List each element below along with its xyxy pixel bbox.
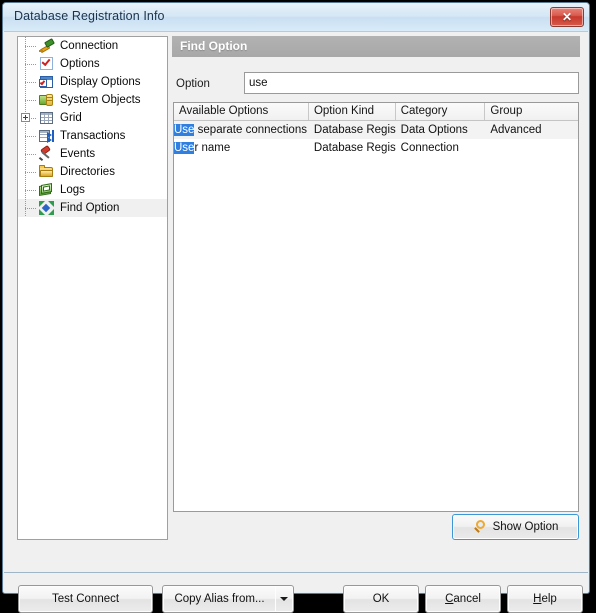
- copy-alias-dropdown-button[interactable]: [275, 585, 294, 613]
- sidebar-item-logs[interactable]: Logs: [18, 181, 167, 199]
- tree-connector: [20, 163, 38, 181]
- cell-category: Data Options: [400, 124, 468, 136]
- sidebar-item-transactions[interactable]: Transactions: [18, 127, 167, 145]
- sidebar-item-display-options[interactable]: Display Options: [18, 73, 167, 91]
- sidebar-item-options[interactable]: Options: [18, 55, 167, 73]
- cell-option-kind: Database Registr: [313, 124, 396, 136]
- find-option-icon: [38, 200, 55, 216]
- sidebar-item-label: Logs: [60, 184, 85, 196]
- option-search-input[interactable]: [244, 72, 579, 94]
- cell-group: Advanced: [490, 124, 542, 136]
- sidebar-item-label: Transactions: [60, 130, 126, 142]
- sidebar-item-directories[interactable]: Directories: [18, 163, 167, 181]
- cancel-mnemonic: C: [445, 593, 454, 605]
- sidebar-item-connection[interactable]: Connection: [18, 37, 167, 55]
- tree-connector: [20, 91, 38, 109]
- ok-label: OK: [372, 593, 390, 605]
- sidebar-item-grid[interactable]: Grid: [18, 109, 167, 127]
- chevron-down-icon: [280, 597, 288, 601]
- magnifier-icon: [473, 519, 488, 535]
- dialog-client-area: Connection Options Display Options Syste…: [4, 31, 588, 613]
- sidebar-item-system-objects[interactable]: System Objects: [18, 91, 167, 109]
- expand-icon[interactable]: [21, 113, 30, 122]
- copy-alias-from-button[interactable]: Copy Alias from...: [162, 585, 277, 613]
- tree-connector: [20, 73, 38, 91]
- cancel-button[interactable]: Cancel: [425, 585, 501, 613]
- sidebar-item-label: Events: [60, 148, 96, 160]
- column-header-available-options[interactable]: Available Options: [174, 103, 309, 120]
- cancel-label: ancel: [453, 593, 481, 605]
- checkbox-icon: [38, 56, 55, 72]
- column-header-category[interactable]: Category: [396, 103, 486, 120]
- cell-group: [485, 139, 578, 157]
- system-objects-icon: [38, 92, 55, 108]
- tree-connector: [20, 37, 38, 55]
- folder-icon: [38, 164, 55, 180]
- cell-text-rest: r name: [194, 142, 231, 154]
- tree-connector: [20, 145, 38, 163]
- show-option-button[interactable]: Show Option: [452, 514, 579, 540]
- sidebar-item-label: Find Option: [60, 202, 120, 214]
- help-button[interactable]: Help: [507, 585, 583, 613]
- window-check-icon: [38, 74, 55, 90]
- cell-available-option: User name: [174, 139, 309, 157]
- window-title: Database Registration Info: [14, 9, 165, 23]
- settings-tree[interactable]: Connection Options Display Options Syste…: [17, 36, 168, 540]
- logs-icon: [38, 182, 55, 198]
- close-icon: ✕: [561, 10, 573, 24]
- sidebar-item-find-option[interactable]: Find Option: [18, 199, 167, 217]
- sidebar-item-label: System Objects: [60, 94, 141, 106]
- cell-text-rest: separate connections f: [194, 124, 309, 136]
- test-connect-button[interactable]: Test Connect: [18, 585, 153, 613]
- cell-option-kind: Database Registr: [313, 142, 396, 154]
- cell-category: Connection: [400, 142, 459, 154]
- available-options-grid[interactable]: Available Options Option Kind Category G…: [173, 102, 579, 512]
- title-bar: Database Registration Info ✕: [3, 3, 589, 31]
- pushpin-icon: [38, 144, 55, 162]
- transactions-icon: [38, 128, 55, 144]
- tree-connector: [20, 109, 38, 127]
- sidebar-item-label: Display Options: [60, 76, 141, 88]
- section-title: Find Option: [180, 39, 248, 53]
- sidebar-item-events[interactable]: Events: [18, 144, 167, 163]
- find-option-pane: Find Option Option Available Options Opt…: [172, 36, 580, 540]
- sidebar-item-label: Directories: [60, 166, 115, 178]
- match-highlight: Use: [174, 142, 195, 154]
- option-field-label: Option: [176, 78, 210, 90]
- tree-connector: [20, 55, 38, 73]
- help-mnemonic: H: [533, 593, 542, 605]
- table-row[interactable]: User name Database Registr Connection: [174, 139, 578, 157]
- sidebar-item-label: Options: [60, 58, 100, 70]
- column-header-group[interactable]: Group: [485, 103, 578, 120]
- test-connect-label: Test Connect: [51, 593, 120, 605]
- sidebar-item-label: Connection: [60, 40, 119, 52]
- help-label: elp: [541, 593, 557, 605]
- close-button[interactable]: ✕: [550, 7, 584, 27]
- dialog-footer: Test Connect Copy Alias from... OK Cance…: [4, 573, 588, 613]
- tree-connector: [20, 127, 38, 145]
- match-highlight: Use: [174, 124, 195, 136]
- dialog-window: Database Registration Info ✕ Connection …: [2, 2, 590, 613]
- plug-icon: [38, 38, 55, 54]
- grid-icon: [38, 110, 55, 126]
- cell-available-option: Use separate connections f: [174, 121, 309, 139]
- grid-header-row: Available Options Option Kind Category G…: [174, 103, 578, 121]
- table-row[interactable]: Use separate connections f Database Regi…: [174, 121, 578, 139]
- ok-button[interactable]: OK: [343, 585, 419, 613]
- tree-connector: [20, 181, 38, 199]
- sidebar-item-label: Grid: [60, 112, 82, 124]
- copy-alias-label: Copy Alias from...: [174, 593, 265, 605]
- show-option-label: Show Option: [492, 521, 559, 533]
- section-header: Find Option: [172, 36, 580, 57]
- tree-connector: [20, 199, 38, 217]
- column-header-option-kind[interactable]: Option Kind: [309, 103, 396, 120]
